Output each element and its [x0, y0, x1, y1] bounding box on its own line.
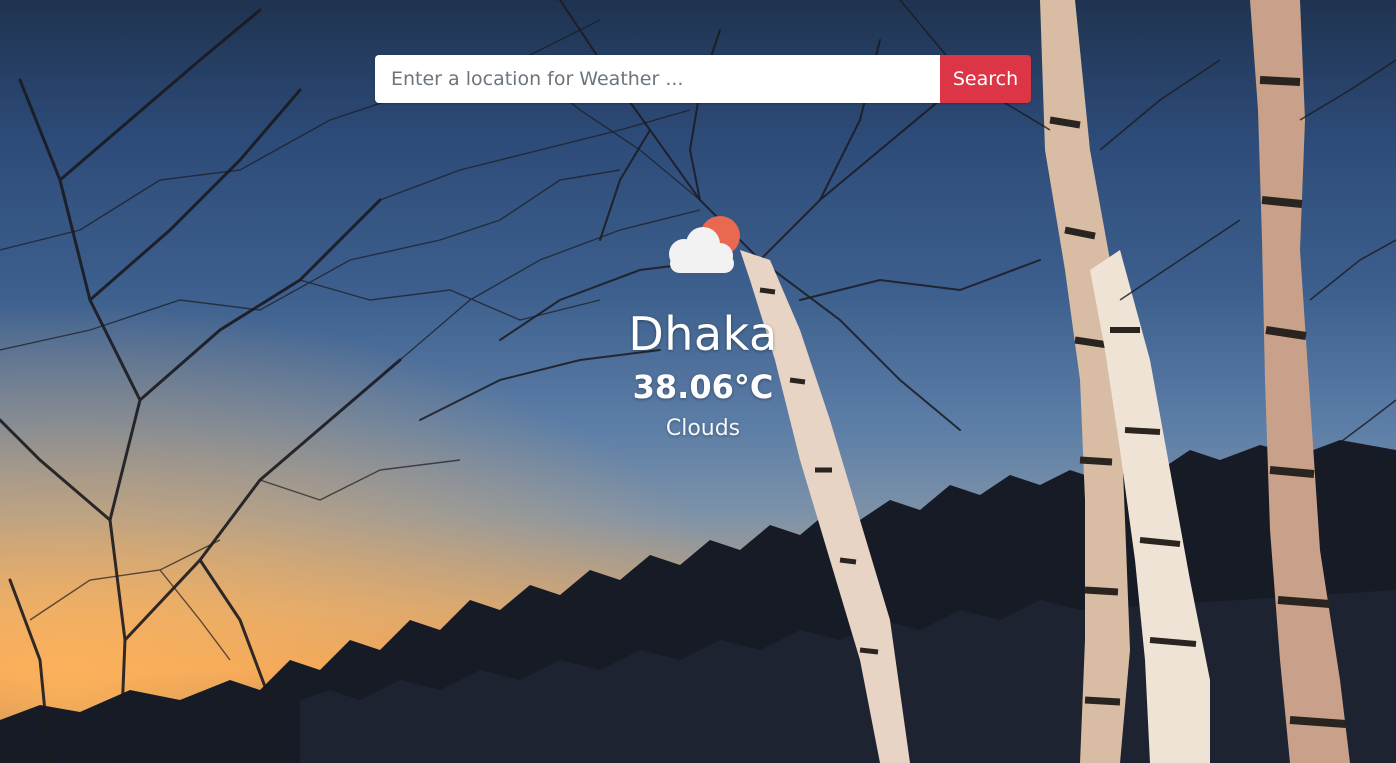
search-button[interactable]: Search — [940, 55, 1031, 103]
city-name: Dhaka — [628, 307, 778, 361]
weather-condition: Clouds — [665, 416, 741, 441]
location-search-input[interactable] — [375, 55, 940, 103]
weather-panel: Dhaka 38.06°C Clouds — [498, 210, 908, 444]
weather-app: Search Dhaka 38.06°C Clouds — [0, 0, 1396, 763]
temperature: 38.06°C — [632, 368, 774, 406]
clouds-with-sun-icon — [669, 216, 740, 273]
search-form: Search — [375, 55, 1031, 103]
